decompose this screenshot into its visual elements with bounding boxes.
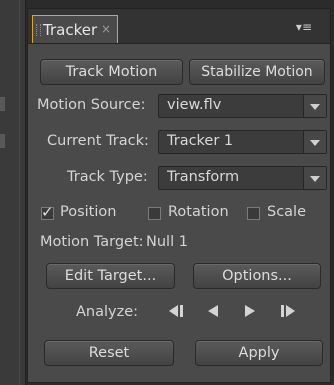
analyze-1-frame-forward-icon[interactable] — [277, 304, 299, 324]
current-track-dropdown[interactable]: Tracker 1 — [158, 130, 327, 154]
motion-target-label: Motion Target: — [40, 234, 144, 250]
scale-label: Scale — [267, 204, 307, 220]
rotation-checkbox[interactable] — [148, 207, 161, 220]
motion-source-value: view.flv — [167, 97, 222, 113]
track-type-dropdown[interactable]: Transform — [158, 166, 327, 190]
tab-grip-icon[interactable] — [36, 24, 41, 36]
dock-marker — [0, 134, 5, 148]
position-label: Position — [60, 204, 117, 220]
analyze-backward-icon[interactable] — [202, 304, 224, 324]
motion-source-dropdown[interactable]: view.flv — [158, 94, 327, 118]
analyze-1-frame-backward-icon[interactable] — [165, 304, 187, 324]
chevron-down-icon — [303, 95, 326, 117]
apply-button[interactable]: Apply — [195, 340, 323, 366]
reset-button[interactable]: Reset — [44, 340, 174, 366]
scale-checkbox[interactable] — [247, 207, 260, 220]
rotation-label: Rotation — [168, 204, 229, 220]
tab-label: Tracker — [43, 21, 98, 39]
close-icon[interactable]: × — [101, 22, 111, 36]
analyze-label: Analyze: — [76, 304, 139, 320]
chevron-down-icon — [303, 131, 326, 153]
tab-tracker[interactable]: Tracker × — [32, 15, 118, 43]
current-track-value: Tracker 1 — [167, 133, 234, 149]
options-button[interactable]: Options... — [193, 263, 321, 289]
chevron-down-icon — [303, 167, 326, 189]
motion-source-label: Motion Source: — [37, 97, 146, 113]
edit-target-button[interactable]: Edit Target... — [46, 263, 175, 289]
analyze-forward-icon[interactable] — [239, 304, 261, 324]
motion-target-value: Null 1 — [146, 234, 188, 250]
dock-divider — [19, 0, 20, 385]
position-checkbox[interactable]: ✓ — [41, 203, 54, 221]
stabilize-motion-button[interactable]: Stabilize Motion — [189, 59, 325, 85]
track-type-label: Track Type: — [67, 169, 148, 185]
panel-header: Tracker × ▾≡ — [28, 9, 330, 44]
panel-menu-icon[interactable]: ▾≡ — [296, 20, 312, 34]
track-motion-button[interactable]: Track Motion — [40, 59, 183, 85]
left-dock-strip — [0, 0, 26, 385]
current-track-label: Current Track: — [47, 133, 149, 149]
tracker-panel: Tracker × ▾≡ Track Motion Stabilize Moti… — [27, 8, 331, 383]
dock-marker — [0, 97, 5, 111]
track-type-value: Transform — [167, 169, 240, 185]
checkmark-icon: ✓ — [41, 203, 54, 221]
